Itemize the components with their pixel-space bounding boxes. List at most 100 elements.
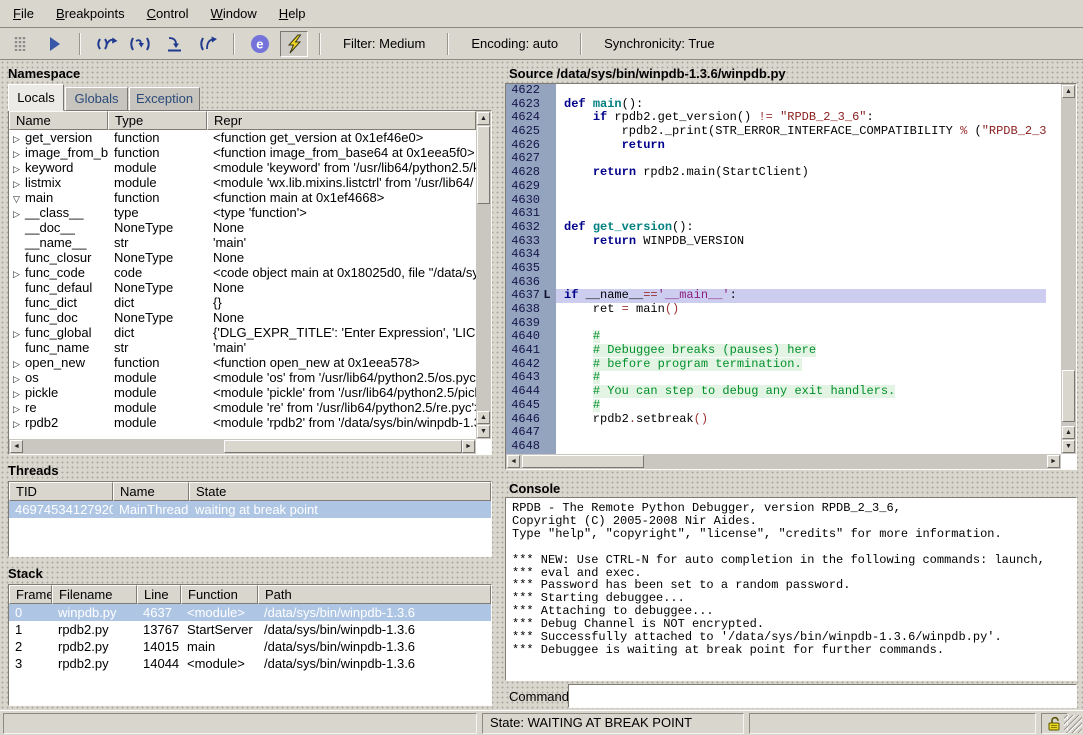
line-number-gutter[interactable]: 4622 <box>506 84 556 98</box>
scroll-up-icon[interactable]: ▲ <box>1062 426 1075 439</box>
namespace-row[interactable]: __name__ str 'main' <box>9 235 476 250</box>
column-header-path[interactable]: Path <box>258 585 491 604</box>
menu-breakpoints[interactable]: Breakpoints <box>45 1 136 27</box>
scroll-left-icon[interactable]: ◄ <box>507 455 520 468</box>
namespace-hscrollbar[interactable]: ◄ ► <box>9 439 476 454</box>
expander-icon[interactable]: ▽ <box>11 192 25 205</box>
next-button[interactable] <box>92 31 120 57</box>
menu-help[interactable]: Help <box>268 1 317 27</box>
line-number-gutter[interactable]: 4633 <box>506 235 556 249</box>
line-number-gutter[interactable]: 4627 <box>506 152 556 166</box>
expander-icon[interactable]: ▷ <box>11 387 25 400</box>
goto-button[interactable] <box>160 31 188 57</box>
namespace-row[interactable]: ▷open_new function <function open_new at… <box>9 355 476 370</box>
line-number-gutter[interactable]: 4638 <box>506 303 556 317</box>
namespace-vscrollbar[interactable]: ▲ ▲ ▼ <box>476 111 491 439</box>
menu-file[interactable]: File <box>2 1 45 27</box>
tab-exception[interactable]: Exception <box>129 87 200 111</box>
scroll-up-icon[interactable]: ▲ <box>1062 85 1075 98</box>
scroll-left-icon[interactable]: ◄ <box>10 440 23 453</box>
line-number-gutter[interactable]: 4636 <box>506 276 556 290</box>
line-number-gutter[interactable]: 4648 <box>506 440 556 454</box>
source-vscrollbar[interactable]: ▲ ▲ ▼ <box>1061 84 1076 454</box>
line-number-gutter[interactable]: 4644 <box>506 385 556 399</box>
scroll-right-icon[interactable]: ► <box>462 440 475 453</box>
break-button[interactable] <box>6 31 34 57</box>
line-number-gutter[interactable]: 4639 <box>506 317 556 331</box>
scroll-up-icon[interactable]: ▲ <box>477 411 490 424</box>
stack-frame-row[interactable]: 2 rpdb2.py 14015 main /data/sys/bin/winp… <box>9 638 491 655</box>
expander-icon[interactable]: ▷ <box>11 372 25 385</box>
scroll-down-icon[interactable]: ▼ <box>477 425 490 438</box>
line-number-gutter[interactable]: 4646 <box>506 413 556 427</box>
source-vscroll-thumb[interactable] <box>1062 370 1075 422</box>
scroll-down-icon[interactable]: ▼ <box>1062 440 1075 453</box>
synchronicity-toggle[interactable]: Synchronicity: True <box>590 36 729 51</box>
namespace-row[interactable]: ▷keyword module <module 'keyword' from '… <box>9 160 476 175</box>
column-header-tid[interactable]: TID <box>9 482 113 501</box>
line-number-gutter[interactable]: 4641 <box>506 344 556 358</box>
expander-icon[interactable]: ▷ <box>11 402 25 415</box>
column-header-name[interactable]: Name <box>113 482 189 501</box>
namespace-row[interactable]: func_closur NoneType None <box>9 250 476 265</box>
stack-frame-row[interactable]: 3 rpdb2.py 14044 <module> /data/sys/bin/… <box>9 655 491 672</box>
namespace-row[interactable]: ▷__class__ type <type 'function'> <box>9 205 476 220</box>
line-number-gutter[interactable]: 4645 <box>506 399 556 413</box>
namespace-row[interactable]: func_dict dict {} <box>9 295 476 310</box>
line-number-gutter[interactable]: 4640 <box>506 330 556 344</box>
tab-locals[interactable]: Locals <box>8 84 64 111</box>
source-hscroll-thumb[interactable] <box>522 455 644 468</box>
line-number-gutter[interactable]: 4643 <box>506 371 556 385</box>
line-number-gutter[interactable]: 4647 <box>506 426 556 440</box>
expander-icon[interactable]: ▷ <box>11 177 25 190</box>
resize-grip[interactable] <box>1064 715 1082 733</box>
namespace-row[interactable]: ▷get_version function <function get_vers… <box>9 130 476 145</box>
namespace-row[interactable]: ▷os module <module 'os' from '/usr/lib64… <box>9 370 476 385</box>
column-header-line[interactable]: Line <box>137 585 181 604</box>
tab-globals[interactable]: Globals <box>65 87 128 111</box>
stack-frame-row[interactable]: 0 winpdb.py 4637 <module> /data/sys/bin/… <box>9 604 491 621</box>
line-number-gutter[interactable]: 4626 <box>506 139 556 153</box>
namespace-row[interactable]: ▷func_global dict {'DLG_EXPR_TITLE': 'En… <box>9 325 476 340</box>
namespace-hscroll-thumb[interactable] <box>224 440 462 453</box>
expander-icon[interactable]: ▷ <box>11 147 25 160</box>
line-number-gutter[interactable]: 4634 <box>506 248 556 262</box>
menu-window[interactable]: Window <box>200 1 268 27</box>
expander-icon[interactable]: ▷ <box>11 162 25 175</box>
expander-icon[interactable]: ▷ <box>11 417 25 430</box>
expander-icon[interactable]: ▷ <box>11 132 25 145</box>
scroll-right-icon[interactable]: ► <box>1047 455 1060 468</box>
namespace-row[interactable]: func_doc NoneType None <box>9 310 476 325</box>
line-number-gutter[interactable]: 4632 <box>506 221 556 235</box>
stack-frame-row[interactable]: 1 rpdb2.py 13767 StartServer /data/sys/b… <box>9 621 491 638</box>
line-number-gutter[interactable]: 4628 <box>506 166 556 180</box>
menu-control[interactable]: Control <box>136 1 200 27</box>
namespace-row[interactable]: ▷image_from_b function <function image_f… <box>9 145 476 160</box>
line-number-gutter[interactable]: 4624 <box>506 111 556 125</box>
namespace-row[interactable]: ▷rpdb2 module <module 'rpdb2' from '/dat… <box>9 415 476 430</box>
command-input[interactable] <box>568 684 1077 708</box>
namespace-row[interactable]: ▽main function <function main at 0x1ef46… <box>9 190 476 205</box>
trap-exceptions-button[interactable] <box>280 31 308 57</box>
column-header-filename[interactable]: Filename <box>52 585 137 604</box>
column-header-function[interactable]: Function <box>181 585 258 604</box>
namespace-row[interactable]: ▷listmix module <module 'wx.lib.mixins.l… <box>9 175 476 190</box>
encoding-toggle[interactable]: Encoding: auto <box>457 36 572 51</box>
expander-icon[interactable]: ▷ <box>11 207 25 220</box>
go-button[interactable] <box>40 31 68 57</box>
namespace-vscroll-thumb[interactable] <box>477 126 490 204</box>
column-header-frame[interactable]: Frame <box>9 585 52 604</box>
column-header-type[interactable]: Type <box>108 111 207 130</box>
line-number-gutter[interactable]: 4630 <box>506 194 556 208</box>
filter-toggle[interactable]: Filter: Medium <box>329 36 439 51</box>
column-header-state[interactable]: State <box>189 482 491 501</box>
analyze-exception-button[interactable]: e <box>246 31 274 57</box>
source-hscrollbar[interactable]: ◄ ► <box>506 454 1061 469</box>
namespace-row[interactable]: ▷re module <module 're' from '/usr/lib64… <box>9 400 476 415</box>
expander-icon[interactable]: ▷ <box>11 267 25 280</box>
namespace-row[interactable]: ▷pickle module <module 'pickle' from '/u… <box>9 385 476 400</box>
line-number-gutter[interactable]: 4623 <box>506 98 556 112</box>
expander-icon[interactable]: ▷ <box>11 327 25 340</box>
column-header-name[interactable]: Name <box>9 111 108 130</box>
namespace-row[interactable]: func_defaul NoneType None <box>9 280 476 295</box>
